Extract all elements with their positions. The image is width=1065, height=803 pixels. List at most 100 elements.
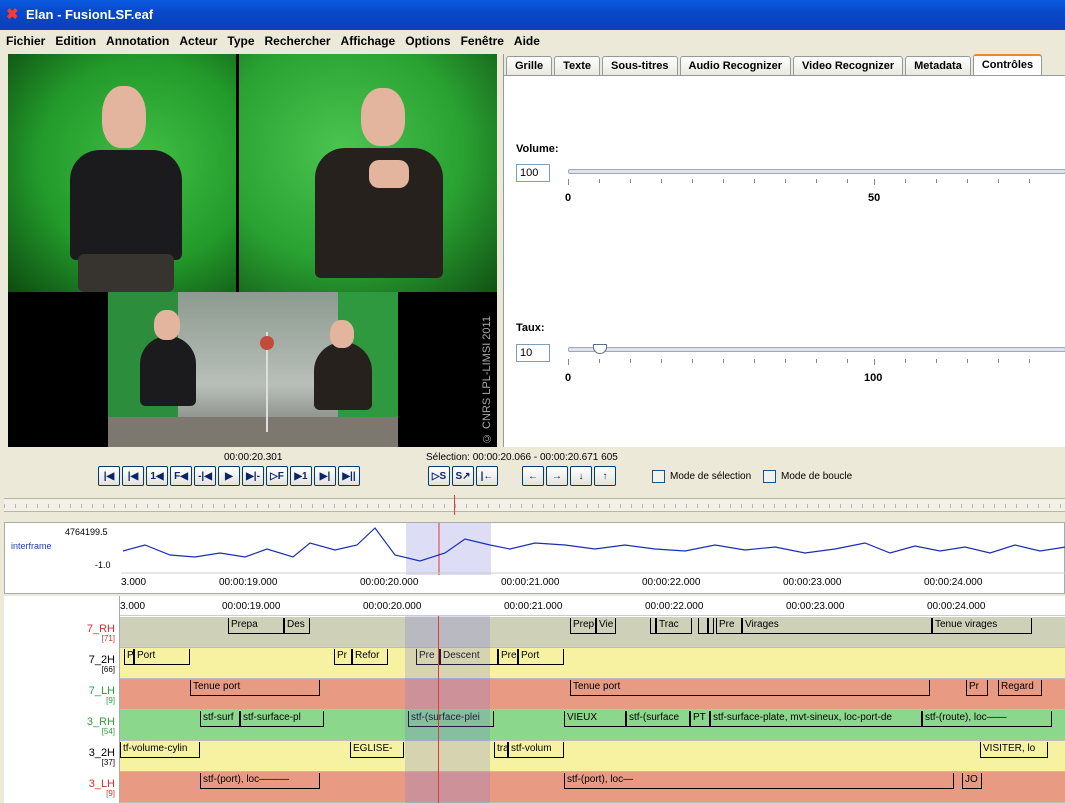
checkbox-box[interactable] [763, 470, 776, 483]
annotation[interactable]: VISITER, lo [980, 742, 1048, 758]
menu-acteur[interactable]: Acteur [179, 33, 217, 49]
previous-frame-button[interactable]: F◀ [170, 466, 192, 486]
tier-name-3_lh[interactable]: 3_LH [9] [89, 778, 115, 798]
annotation[interactable]: JO [962, 773, 982, 789]
tab-metadata[interactable]: Metadata [905, 56, 971, 75]
annotation[interactable]: EGLISE- [350, 742, 404, 758]
timeline-ruler[interactable]: 3.000 00:00:19.000 00:00:20.000 00:00:21.00… [120, 596, 1065, 616]
annotation[interactable]: stf-surf [200, 711, 240, 727]
volume-field[interactable]: 100 [516, 164, 550, 182]
previous-pixel-button[interactable]: 1◀ [146, 466, 168, 486]
annotation[interactable] [698, 618, 708, 634]
previous-scrollview-button[interactable]: -|◀ [194, 466, 216, 486]
annotation[interactable]: Pre [498, 649, 518, 665]
video-frame-signer-right[interactable] [239, 54, 497, 292]
go-to-begin-button[interactable]: |◀ [98, 466, 120, 486]
tier-area[interactable]: 3.000 00:00:19.000 00:00:20.000 00:00:21.00… [120, 596, 1065, 803]
timeline-viewer[interactable]: 7_RH [71] 7_2H [66] 7_LH [9] 3_RH [54] 3_2H [37] 3… [4, 596, 1065, 803]
selection-begin-button[interactable]: |← [476, 466, 498, 486]
video-frame-signer-left[interactable] [8, 54, 236, 292]
menu-type[interactable]: Type [227, 33, 254, 49]
play-pause-button[interactable]: ▶ [218, 466, 240, 486]
tier-name-7_2h[interactable]: 7_2H [66] [89, 654, 115, 674]
annotation[interactable]: stf-surface-pl [240, 711, 324, 727]
next-scrollview-button[interactable]: ▶|- [242, 466, 264, 486]
annotation[interactable]: stf-volum [508, 742, 564, 758]
annotation[interactable]: Virages [742, 618, 932, 634]
annotation[interactable]: Pr [334, 649, 352, 665]
annotation[interactable]: Tenue port [570, 680, 930, 696]
next-pixel-button[interactable]: ▶1 [290, 466, 312, 486]
annotation[interactable]: stf-surface-plate, mvt-sineux, loc-port-… [710, 711, 922, 727]
loop-mode-checkbox[interactable]: Mode de boucle [763, 470, 852, 483]
tier-row-7_2h[interactable]: PrPortPrReforPreDescentPrePort [120, 648, 1065, 679]
arrow-left-button[interactable]: ← [522, 466, 544, 486]
tier-row-7_lh[interactable]: Tenue port Tenue port Pr Regard [120, 679, 1065, 710]
annotation[interactable]: Prepa [228, 618, 284, 634]
annotation[interactable]: Des [284, 618, 310, 634]
tier-name-3_rh[interactable]: 3_RH [54] [87, 716, 115, 736]
selection-mode-checkbox[interactable]: Mode de sélection [652, 470, 751, 483]
annotation[interactable]: stf-(port), loc——— [200, 773, 320, 789]
previous-second-button[interactable]: |◀ [122, 466, 144, 486]
annotation[interactable]: Regard [998, 680, 1042, 696]
annotation[interactable]: Pre [716, 618, 742, 634]
annotation[interactable]: Refor [352, 649, 388, 665]
annotation[interactable]: tra [494, 742, 508, 758]
annotation[interactable]: Tenue virages [932, 618, 1032, 634]
tab-audio-recognizer[interactable]: Audio Recognizer [679, 56, 792, 75]
arrow-down-button[interactable]: ↓ [570, 466, 592, 486]
annotation[interactable]: tf-volume-cylin [120, 742, 200, 758]
video-viewer[interactable]: © CNRS LPL-LIMSI 2011 [8, 54, 497, 447]
arrow-up-button[interactable]: ↑ [594, 466, 616, 486]
clear-selection-button[interactable]: S↗ [452, 466, 474, 486]
tier-row-7_rh[interactable]: Prepa Des Prep Vie Trac Pre Virages Tenue virag… [120, 617, 1065, 648]
arrow-right-button[interactable]: → [546, 466, 568, 486]
interframe-viewer[interactable]: interframe 4764199.5 -1.0 3.000 00:00:19… [4, 522, 1065, 594]
tier-name-3_2h[interactable]: 3_2H [37] [89, 747, 115, 767]
menu-edition[interactable]: Edition [55, 33, 96, 49]
next-frame-button[interactable]: ▷F [266, 466, 288, 486]
checkbox-box[interactable] [652, 470, 665, 483]
annotation[interactable]: Tenue port [190, 680, 320, 696]
annotation[interactable]: Pr [966, 680, 988, 696]
tier-name-7_lh[interactable]: 7_LH [9] [89, 685, 115, 705]
annotation[interactable]: VIEUX [564, 711, 626, 727]
overview-cursor[interactable] [454, 495, 455, 515]
menu-fenetre[interactable]: Fenêtre [461, 33, 504, 49]
annotation[interactable] [708, 618, 714, 634]
menu-rechercher[interactable]: Rechercher [265, 33, 331, 49]
tier-row-3_2h[interactable]: tf-volume-cylin EGLISE-tra stf-volum VISITE… [120, 741, 1065, 772]
tier-row-3_lh[interactable]: stf-(port), loc——— stf-(port), loc— JO [120, 772, 1065, 803]
tab-video-recognizer[interactable]: Video Recognizer [793, 56, 904, 75]
menu-options[interactable]: Options [405, 33, 450, 49]
menu-annotation[interactable]: Annotation [106, 33, 169, 49]
annotation[interactable]: stf-(surface [626, 711, 690, 727]
tab-controles[interactable]: Contrôles [972, 54, 1043, 75]
volume-slider-track[interactable] [568, 169, 1065, 174]
annotation[interactable]: Pr [124, 649, 134, 665]
annotation[interactable]: Trac [656, 618, 692, 634]
menu-fichier[interactable]: Fichier [6, 33, 45, 49]
menu-aide[interactable]: Aide [514, 33, 540, 49]
tab-texte[interactable]: Texte [554, 56, 601, 75]
annotation[interactable]: Vie [596, 618, 616, 634]
timeline-overview[interactable] [4, 495, 1065, 515]
rate-field[interactable]: 10 [516, 344, 550, 362]
tab-sous-titres[interactable]: Sous-titres [602, 56, 678, 75]
video-frame-wide[interactable] [108, 292, 398, 447]
annotation[interactable]: stf-(route), loc—— [922, 711, 1052, 727]
menu-affichage[interactable]: Affichage [341, 33, 396, 49]
next-second-button[interactable]: ▶| [314, 466, 336, 486]
annotation[interactable]: Prep [570, 618, 596, 634]
crosshair-cursor[interactable] [438, 616, 439, 803]
go-to-end-button[interactable]: ▶|| [338, 466, 360, 486]
rate-slider-thumb[interactable] [593, 344, 607, 354]
annotation[interactable]: PT [690, 711, 710, 727]
play-selection-button[interactable]: ▷S [428, 466, 450, 486]
annotation[interactable]: stf-(port), loc— [564, 773, 954, 789]
tier-row-3_rh[interactable]: stf-surf stf-surface-pl stf-(surface-plei V… [120, 710, 1065, 741]
annotation[interactable]: Port [518, 649, 564, 665]
rate-slider-track[interactable] [568, 347, 1065, 352]
annotation[interactable]: Port [134, 649, 190, 665]
